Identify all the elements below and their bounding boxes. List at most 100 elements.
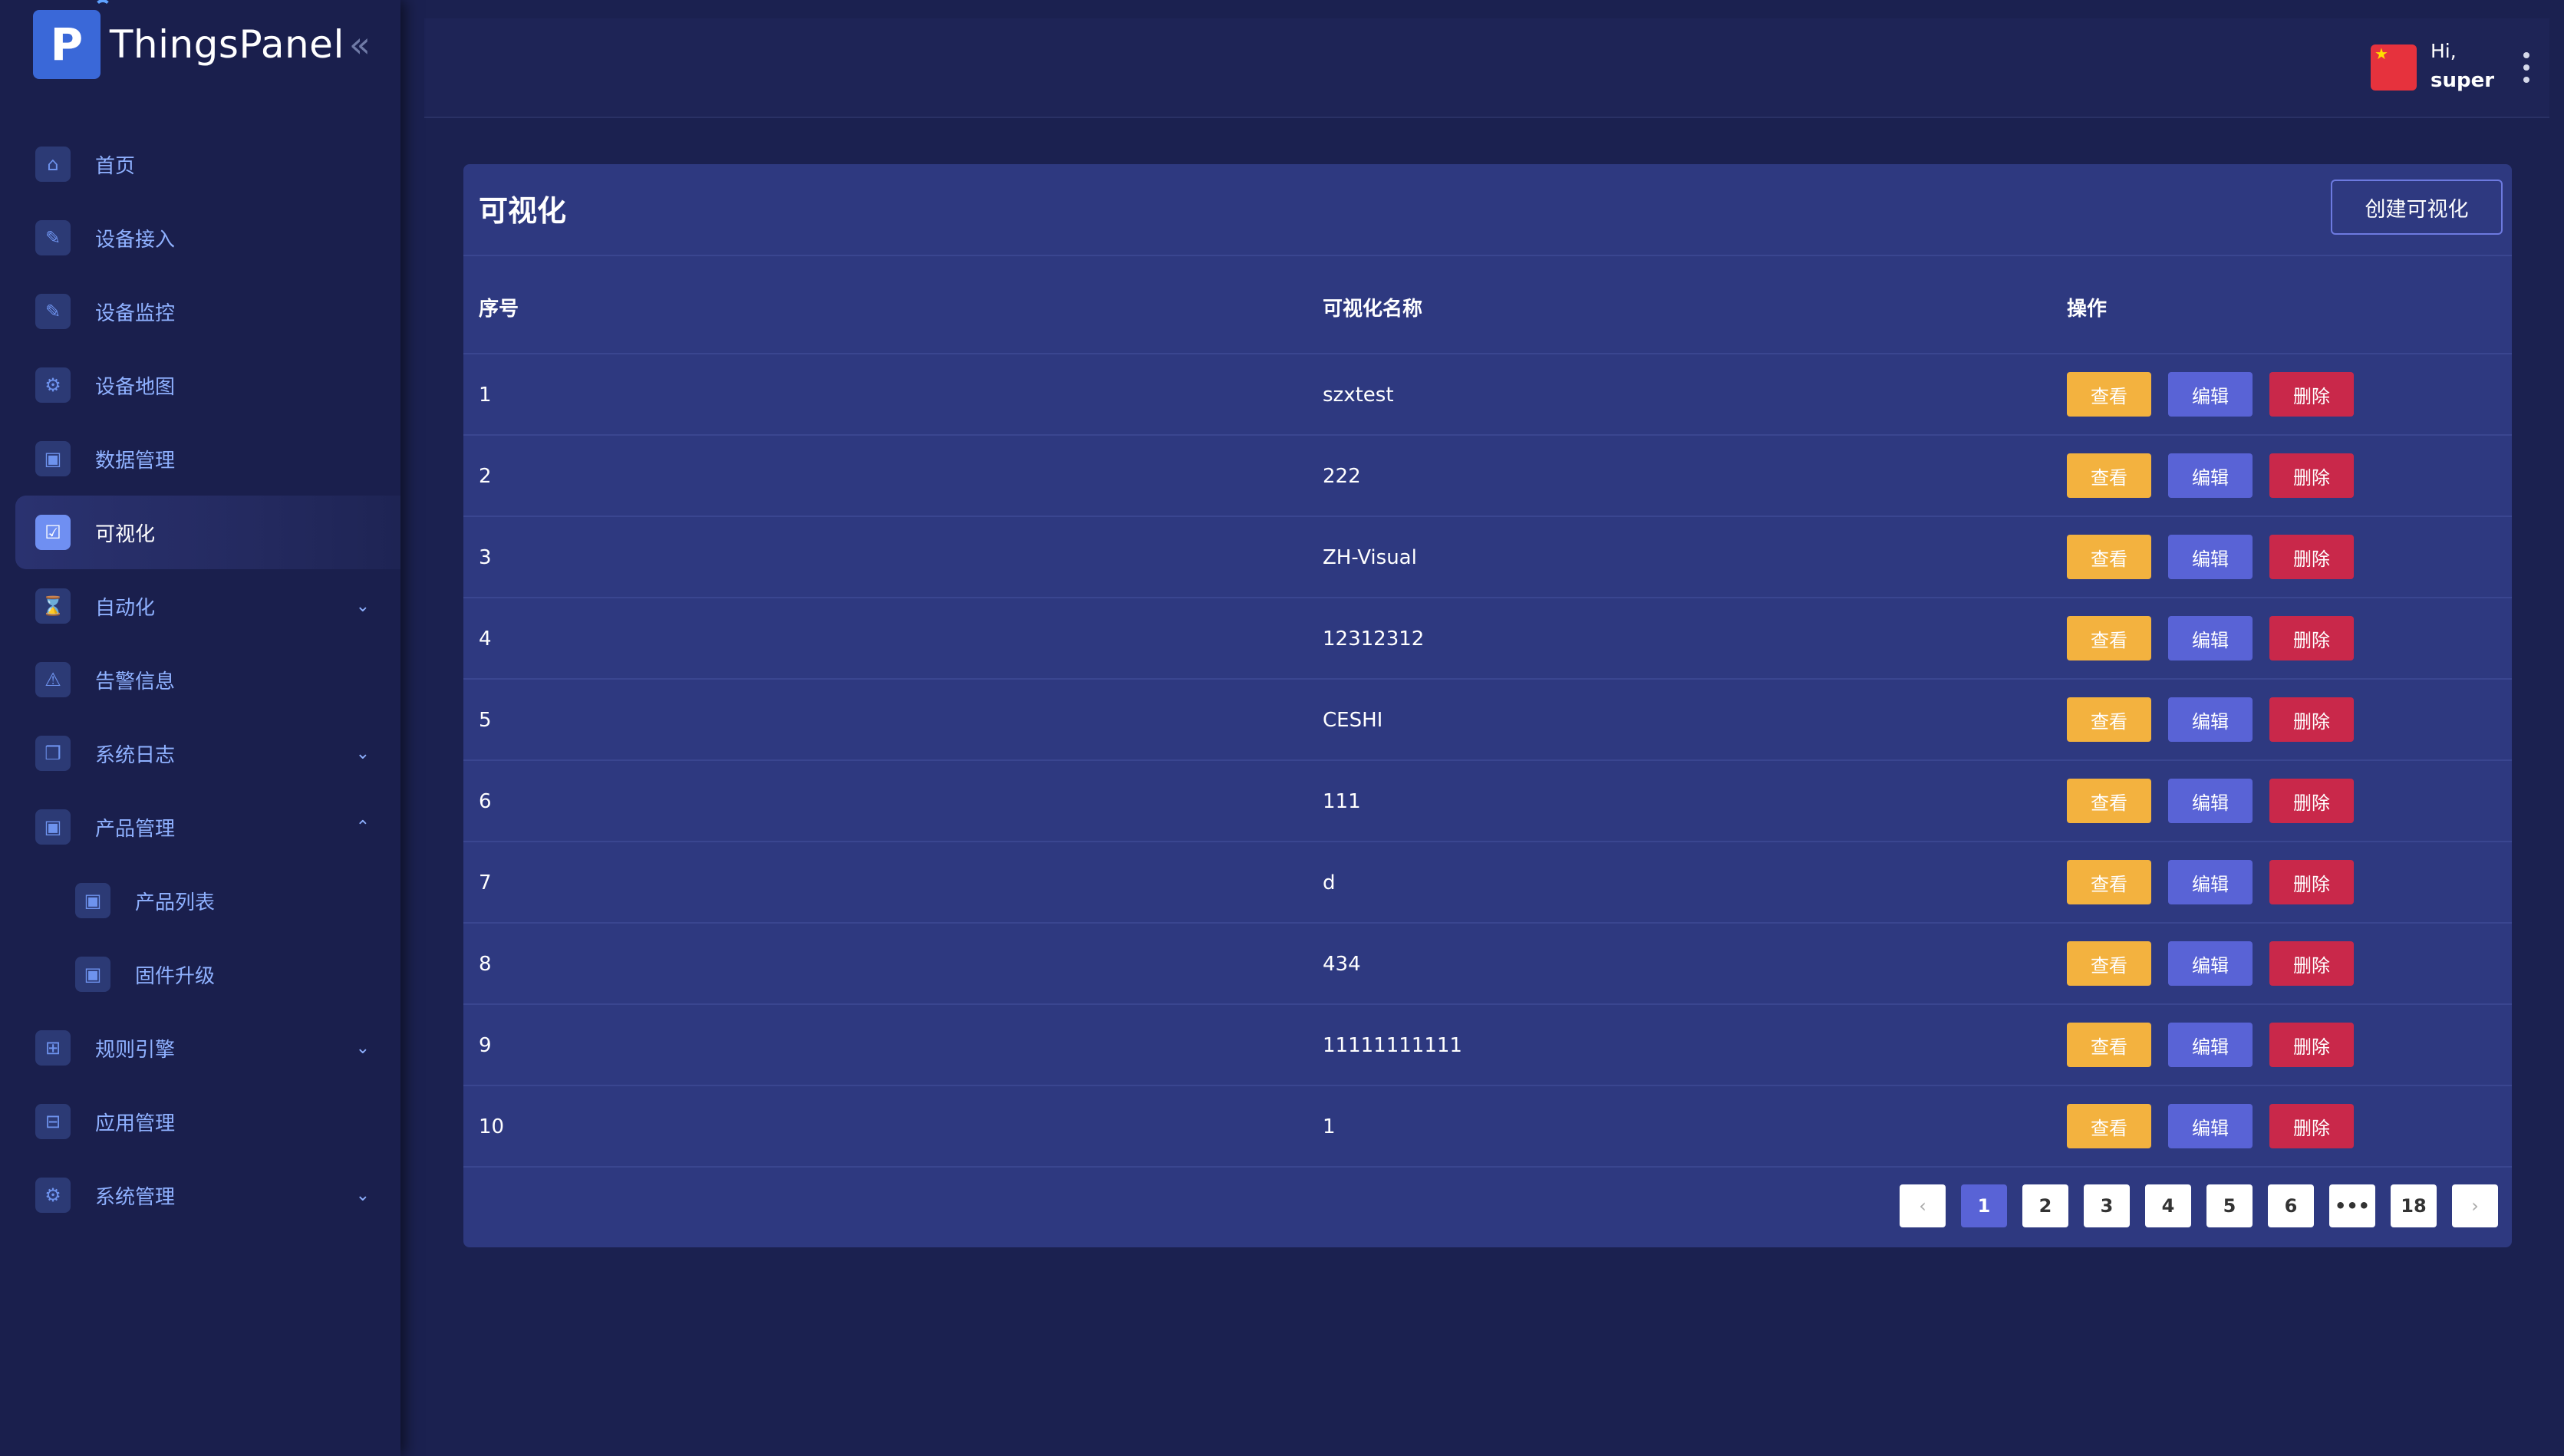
logo: P ThingsPanel «	[33, 0, 371, 79]
sidebar-item-label: 设备监控	[95, 301, 176, 325]
sidebar-item-label: 固件升级	[135, 964, 216, 988]
sidebar-item-7[interactable]: ⚠ 告警信息	[0, 643, 400, 716]
row-actions: 查看 编辑 删除	[2067, 1023, 2354, 1067]
more-vertical-icon[interactable]	[2519, 52, 2534, 83]
rule-engine-icon: ⊞	[35, 1030, 71, 1066]
view-button[interactable]: 查看	[2067, 1104, 2151, 1148]
delete-button[interactable]: 删除	[2269, 453, 2354, 498]
view-button[interactable]: 查看	[2067, 372, 2151, 417]
chevron-down-icon[interactable]: ⌄	[356, 1186, 370, 1205]
sidebar-item-8[interactable]: ❒ 系统日志 ⌄	[0, 716, 400, 790]
page-button-6[interactable]: 6	[2268, 1184, 2314, 1227]
create-visualization-button[interactable]: 创建可视化	[2331, 180, 2503, 235]
view-button[interactable]: 查看	[2067, 1023, 2151, 1067]
delete-button[interactable]: 删除	[2269, 779, 2354, 823]
prev-page-icon[interactable]: ‹	[1900, 1184, 1946, 1227]
view-button[interactable]: 查看	[2067, 453, 2151, 498]
view-button[interactable]: 查看	[2067, 941, 2151, 986]
visualization-name: szxtest	[1323, 384, 1394, 407]
delete-button[interactable]: 删除	[2269, 1023, 2354, 1067]
sidebar-item-2[interactable]: ✎ 设备监控	[0, 275, 400, 348]
view-button[interactable]: 查看	[2067, 535, 2151, 579]
chevron-up-icon[interactable]: ⌃	[356, 818, 370, 837]
view-button[interactable]: 查看	[2067, 697, 2151, 742]
delete-button[interactable]: 删除	[2269, 535, 2354, 579]
sidebar-item-10[interactable]: ▣ 产品列表	[0, 864, 400, 937]
chevron-down-icon[interactable]: ⌄	[356, 597, 370, 616]
device-access-icon: ✎	[35, 220, 71, 255]
visualization-name: 111	[1323, 790, 1361, 813]
page-button-2[interactable]: 2	[2022, 1184, 2068, 1227]
pagination-ellipsis[interactable]: •••	[2329, 1184, 2375, 1227]
sidebar-item-label: 数据管理	[95, 449, 176, 473]
row-number: 2	[479, 465, 492, 488]
edit-button[interactable]: 编辑	[2168, 860, 2253, 904]
chevron-down-icon[interactable]: ⌄	[356, 1039, 370, 1058]
chevron-down-icon[interactable]: ⌄	[356, 744, 370, 763]
delete-button[interactable]: 删除	[2269, 860, 2354, 904]
page-button-18[interactable]: 18	[2391, 1184, 2437, 1227]
edit-button[interactable]: 编辑	[2168, 372, 2253, 417]
table-header-row: 序号 可视化名称 操作	[463, 256, 2512, 354]
row-number: 4	[479, 628, 492, 651]
automation-icon: ⌛	[35, 588, 71, 624]
sidebar-item-0[interactable]: ⌂ 首页	[0, 127, 400, 201]
page-button-5[interactable]: 5	[2206, 1184, 2253, 1227]
delete-button[interactable]: 删除	[2269, 1104, 2354, 1148]
table-row: 1 szxtest 查看 编辑 删除	[463, 354, 2512, 436]
visualization-name: 11111111111	[1323, 1034, 1462, 1057]
sidebar-item-label: 应用管理	[95, 1112, 176, 1135]
row-actions: 查看 编辑 删除	[2067, 860, 2354, 904]
page-button-4[interactable]: 4	[2145, 1184, 2191, 1227]
username[interactable]: super	[2431, 69, 2494, 92]
view-button[interactable]: 查看	[2067, 860, 2151, 904]
sidebar-item-label: 首页	[95, 154, 136, 178]
row-number: 8	[479, 953, 492, 976]
delete-button[interactable]: 删除	[2269, 941, 2354, 986]
next-page-icon[interactable]: ›	[2452, 1184, 2498, 1227]
sidebar-item-14[interactable]: ⚙ 系统管理 ⌄	[0, 1158, 400, 1232]
sidebar-item-label: 设备接入	[95, 228, 176, 252]
edit-button[interactable]: 编辑	[2168, 1104, 2253, 1148]
view-button[interactable]: 查看	[2067, 616, 2151, 660]
page-button-1[interactable]: 1	[1961, 1184, 2007, 1227]
table-row: 9 11111111111 查看 编辑 删除	[463, 1005, 2512, 1086]
collapse-sidebar-icon[interactable]: «	[349, 27, 371, 62]
column-header-no: 序号	[479, 298, 519, 321]
delete-button[interactable]: 删除	[2269, 372, 2354, 417]
sidebar-item-5[interactable]: ☑ 可视化	[15, 496, 400, 569]
page-button-3[interactable]: 3	[2084, 1184, 2130, 1227]
sidebar-item-11[interactable]: ▣ 固件升级	[0, 937, 400, 1011]
edit-button[interactable]: 编辑	[2168, 941, 2253, 986]
visualization-name: 434	[1323, 953, 1361, 976]
delete-button[interactable]: 删除	[2269, 616, 2354, 660]
edit-button[interactable]: 编辑	[2168, 779, 2253, 823]
row-number: 7	[479, 871, 492, 894]
edit-button[interactable]: 编辑	[2168, 453, 2253, 498]
sidebar-item-4[interactable]: ▣ 数据管理	[0, 422, 400, 496]
sidebar-item-12[interactable]: ⊞ 规则引擎 ⌄	[0, 1011, 400, 1085]
view-button[interactable]: 查看	[2067, 779, 2151, 823]
edit-button[interactable]: 编辑	[2168, 697, 2253, 742]
language-flag-icon[interactable]: ★	[2371, 44, 2417, 91]
sidebar-item-3[interactable]: ⚙ 设备地图	[0, 348, 400, 422]
table-row: 2 222 查看 编辑 删除	[463, 436, 2512, 517]
visualization-name: 222	[1323, 465, 1361, 488]
edit-button[interactable]: 编辑	[2168, 616, 2253, 660]
row-actions: 查看 编辑 删除	[2067, 535, 2354, 579]
delete-button[interactable]: 删除	[2269, 697, 2354, 742]
row-number: 10	[479, 1115, 505, 1138]
edit-button[interactable]: 编辑	[2168, 1023, 2253, 1067]
app-management-icon: ⊟	[35, 1104, 71, 1139]
sidebar-item-13[interactable]: ⊟ 应用管理	[0, 1085, 400, 1158]
sidebar-item-1[interactable]: ✎ 设备接入	[0, 201, 400, 275]
logo-mark-icon: P	[33, 0, 111, 79]
edit-button[interactable]: 编辑	[2168, 535, 2253, 579]
pagination: ‹ 1 2 3 4 5 6 ••• 18 ›	[1900, 1184, 2498, 1227]
row-actions: 查看 编辑 删除	[2067, 779, 2354, 823]
column-header-name: 可视化名称	[1323, 298, 1423, 321]
sidebar-item-label: 系统日志	[95, 743, 176, 767]
sidebar-item-9[interactable]: ▣ 产品管理 ⌃	[0, 790, 400, 864]
visualization-card: 可视化 创建可视化 序号 可视化名称 操作 1 szxtest 查看 编辑 删除 2 222…	[463, 164, 2512, 1247]
sidebar-item-6[interactable]: ⌛ 自动化 ⌄	[0, 569, 400, 643]
